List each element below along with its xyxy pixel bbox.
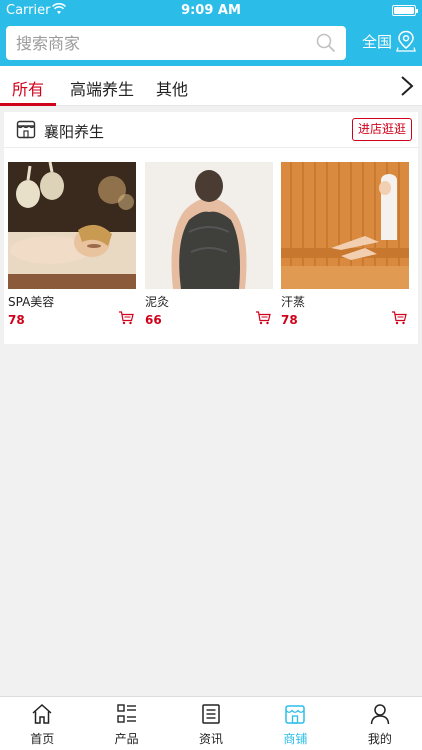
product-image-mud-moxibustion[interactable] (145, 162, 273, 289)
shop-card: 襄阳养生 进店逛逛 SPA美容 78 泥灸 66 汗蒸 78 (4, 112, 418, 344)
chevron-right-icon[interactable] (400, 75, 414, 97)
list-icon (116, 704, 136, 723)
region-label: 全国 (361, 32, 392, 51)
search-input[interactable] (16, 32, 306, 54)
tab-all[interactable]: 所有 (12, 76, 44, 100)
tab-premium-wellness[interactable]: 高端养生 (70, 76, 134, 100)
product-name: 汗蒸 (281, 295, 306, 309)
home-icon (32, 703, 52, 724)
product-image-spa[interactable] (8, 162, 136, 289)
region-selector[interactable]: 全国 (362, 30, 416, 52)
nav-profile-label: 我的 (367, 732, 392, 746)
search-icon[interactable] (316, 33, 336, 53)
nav-news[interactable]: 资讯 (169, 697, 253, 750)
nav-profile[interactable]: 我的 (338, 697, 422, 750)
nav-products[interactable]: 产品 (84, 697, 168, 750)
user-icon (370, 704, 390, 725)
location-pin-icon (396, 30, 416, 52)
status-time: 9:09 AM (181, 3, 241, 18)
product-card[interactable]: SPA美容 78 (8, 162, 136, 327)
nav-news-label: 资讯 (199, 732, 224, 746)
shop-name: 襄阳养生 (44, 123, 105, 141)
search-box[interactable] (6, 26, 346, 60)
bottom-navigation: 首页 产品 资讯 商铺 我的 (0, 696, 422, 750)
nav-products-label: 产品 (114, 732, 139, 746)
enter-shop-button[interactable]: 进店逛逛 (351, 118, 412, 141)
product-card[interactable]: 泥灸 66 (145, 162, 273, 327)
active-tab-indicator (0, 103, 56, 106)
storefront-icon (16, 120, 36, 139)
product-price: 78 (8, 313, 25, 327)
nav-home-label: 首页 (30, 732, 55, 746)
store-icon (285, 705, 306, 724)
product-image-sauna[interactable] (281, 162, 409, 289)
shop-header: 襄阳养生 进店逛逛 (4, 112, 418, 148)
product-price: 66 (145, 313, 162, 327)
add-to-cart-icon[interactable] (391, 311, 407, 325)
tab-other[interactable]: 其他 (156, 76, 188, 100)
nav-stores[interactable]: 商铺 (253, 697, 337, 750)
nav-stores-label: 商铺 (283, 732, 308, 746)
status-bar: Carrier 9:09 AM (0, 0, 422, 22)
battery-icon (392, 5, 418, 16)
add-to-cart-icon[interactable] (118, 311, 134, 325)
product-card[interactable]: 汗蒸 78 (281, 162, 409, 327)
category-tabs: 所有 高端养生 其他 (0, 66, 422, 106)
product-name: 泥灸 (145, 295, 170, 309)
product-price: 78 (281, 313, 298, 327)
news-icon (202, 704, 220, 724)
product-name: SPA美容 (8, 295, 55, 309)
nav-home[interactable]: 首页 (0, 697, 84, 750)
app-header: Carrier 9:09 AM 全国 (0, 0, 422, 66)
add-to-cart-icon[interactable] (255, 311, 271, 325)
